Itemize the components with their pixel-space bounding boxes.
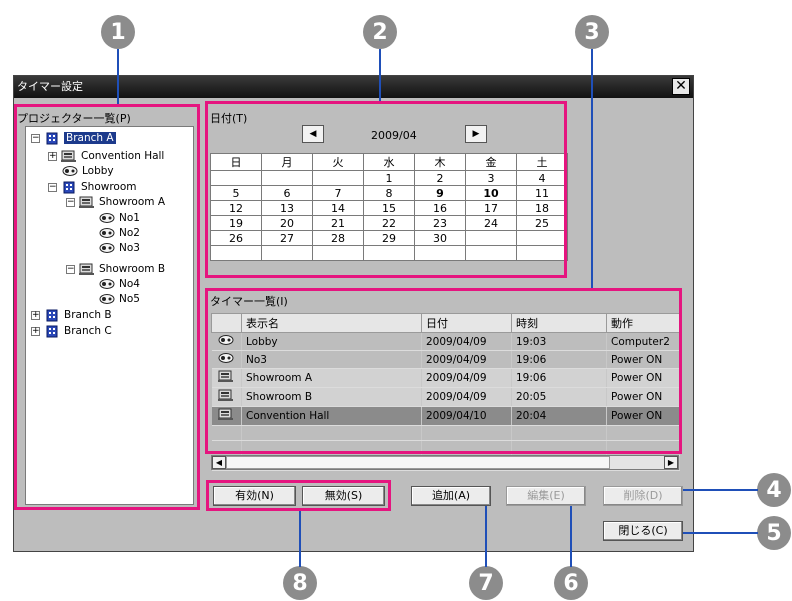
tree-item[interactable]: + Convention Hall — [48, 149, 164, 163]
leader-line-3 — [591, 49, 593, 288]
tree-item-label: No3 — [119, 242, 140, 254]
enable-disable-highlight — [206, 480, 391, 511]
building-icon — [44, 309, 60, 322]
leader-line-6 — [570, 503, 572, 567]
callout-6: 6 — [554, 566, 588, 600]
building-icon — [44, 132, 60, 145]
tree-item[interactable]: − Showroom A — [66, 195, 165, 209]
add-button[interactable]: 追加(A) — [411, 486, 491, 506]
leader-line-8 — [299, 510, 301, 567]
scroll-thumb[interactable] — [226, 456, 610, 469]
leader-line-2 — [379, 49, 381, 101]
close-button[interactable]: 閉じる(C) — [603, 521, 683, 541]
leader-line-5 — [683, 532, 758, 534]
expand-icon[interactable]: + — [31, 326, 40, 336]
tree-item-label: No5 — [119, 293, 140, 305]
expand-icon[interactable]: + — [48, 151, 57, 161]
expand-icon[interactable]: + — [31, 310, 40, 320]
tree-item[interactable]: − Branch A — [31, 131, 116, 145]
tree-item-label: No4 — [119, 278, 140, 290]
delete-button[interactable]: 削除(D) — [603, 486, 683, 506]
callout-8: 8 — [283, 566, 317, 600]
edit-button[interactable]: 編集(E) — [506, 486, 586, 506]
tree-item[interactable]: No1 — [99, 211, 140, 225]
window-title: タイマー設定 — [17, 80, 83, 93]
collapse-icon[interactable]: − — [66, 197, 75, 207]
tree-item[interactable]: + Branch B — [31, 308, 112, 322]
leader-line-1 — [117, 49, 119, 105]
tree-item-label: Showroom — [81, 181, 137, 193]
projector-icon — [99, 227, 115, 240]
tree-item-label: Lobby — [82, 165, 114, 177]
timer-list-highlight — [205, 288, 682, 454]
collapse-icon[interactable]: − — [66, 264, 75, 274]
leader-line-4 — [683, 489, 758, 491]
callout-7: 7 — [469, 566, 503, 600]
callout-4: 4 — [757, 473, 791, 507]
projector-icon — [99, 278, 115, 291]
tree-item[interactable]: Lobby — [62, 164, 114, 178]
callout-5: 5 — [757, 516, 791, 550]
tree-item[interactable]: + Branch C — [31, 324, 112, 338]
callout-3: 3 — [575, 15, 609, 49]
collapse-icon[interactable]: − — [48, 182, 57, 192]
projector-icon — [99, 212, 115, 225]
projector-icon — [62, 165, 78, 178]
tree-item[interactable]: No2 — [99, 226, 140, 240]
projector-stack-icon — [61, 150, 77, 163]
tree-item[interactable]: No4 — [99, 277, 140, 291]
tree-item-label: No1 — [119, 212, 140, 224]
leader-line-7 — [485, 503, 487, 567]
tree-item-label: Showroom B — [99, 263, 166, 275]
tree-item[interactable]: − Showroom — [48, 180, 137, 194]
tree-item-label: Branch A — [64, 132, 116, 144]
building-icon — [61, 181, 77, 194]
timer-horizontal-scrollbar[interactable]: ◀ ▶ — [211, 455, 679, 470]
tree-item[interactable]: No3 — [99, 241, 140, 255]
tree-item[interactable]: No5 — [99, 292, 140, 306]
projector-icon — [99, 293, 115, 306]
projector-stack-icon — [79, 263, 95, 276]
callout-1: 1 — [101, 15, 135, 49]
tree-item-label: No2 — [119, 227, 140, 239]
scroll-left-button[interactable]: ◀ — [212, 456, 226, 469]
tree-item[interactable]: − Showroom B — [66, 262, 165, 276]
tree-item-label: Showroom A — [99, 196, 166, 208]
tree-item-label: Branch B — [64, 309, 112, 321]
scroll-right-button[interactable]: ▶ — [664, 456, 678, 469]
projector-stack-icon — [79, 196, 95, 209]
projector-icon — [99, 242, 115, 255]
date-highlight — [205, 101, 567, 278]
close-icon[interactable]: ✕ — [672, 78, 690, 95]
tree-item-label: Convention Hall — [81, 150, 165, 162]
building-icon — [44, 325, 60, 338]
tree-item-label: Branch C — [64, 325, 112, 337]
callout-2: 2 — [363, 15, 397, 49]
collapse-icon[interactable]: − — [31, 133, 40, 143]
